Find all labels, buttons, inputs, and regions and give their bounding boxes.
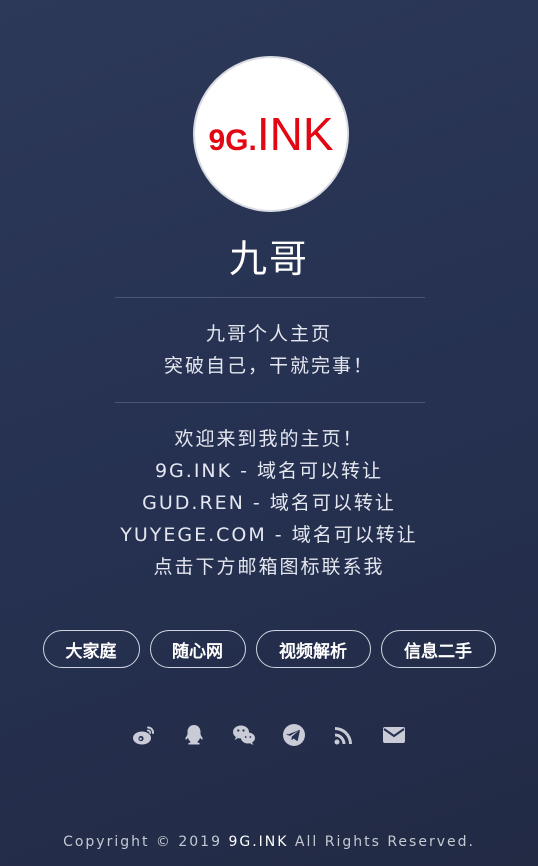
bio-line-2: 突破自己，干就完事！ bbox=[163, 355, 374, 377]
telegram-icon[interactable] bbox=[280, 721, 308, 749]
link-button-family[interactable]: 大家庭 bbox=[42, 630, 140, 668]
footer-prefix: Copyright © 2019 bbox=[63, 834, 222, 850]
logo-text-small: 9G. bbox=[208, 124, 257, 157]
logo-text: 9G.INK bbox=[208, 107, 333, 161]
social-icons bbox=[0, 721, 538, 749]
intro-line-1: 欢迎来到我的主页！ bbox=[174, 428, 364, 450]
rss-icon[interactable] bbox=[330, 721, 358, 749]
intro-line-3: GUD.REN - 域名可以转让 bbox=[142, 492, 396, 514]
link-button-secondhand[interactable]: 信息二手 bbox=[380, 630, 496, 668]
bio-block: 九哥个人主页 突破自己，干就完事！ bbox=[0, 318, 538, 382]
intro-block: 欢迎来到我的主页！ 9G.INK - 域名可以转让 GUD.REN - 域名可以… bbox=[0, 423, 538, 583]
qq-icon[interactable] bbox=[180, 721, 208, 749]
divider-bottom bbox=[115, 402, 425, 403]
link-buttons: 大家庭 随心网 视频解析 信息二手 bbox=[0, 630, 538, 668]
link-button-suixin[interactable]: 随心网 bbox=[149, 630, 246, 668]
avatar-logo: 9G.INK bbox=[193, 56, 349, 212]
intro-line-2: 9G.INK - 域名可以转让 bbox=[154, 460, 384, 482]
bio-line-1: 九哥个人主页 bbox=[205, 323, 332, 345]
footer-suffix: All Rights Reserved. bbox=[294, 834, 475, 850]
footer-brand[interactable]: 9G.INK bbox=[228, 834, 288, 850]
footer-copyright: Copyright © 2019 9G.INK All Rights Reser… bbox=[0, 834, 538, 850]
intro-line-4: YUYEGE.COM - 域名可以转让 bbox=[120, 524, 418, 546]
email-icon[interactable] bbox=[380, 721, 408, 749]
logo-text-big: INK bbox=[256, 108, 334, 160]
divider-top bbox=[115, 297, 425, 298]
wechat-icon[interactable] bbox=[230, 721, 258, 749]
intro-line-5: 点击下方邮箱图标联系我 bbox=[153, 556, 385, 578]
weibo-icon[interactable] bbox=[130, 721, 158, 749]
profile-name: 九哥 bbox=[228, 237, 309, 281]
link-button-video-parse[interactable]: 视频解析 bbox=[255, 630, 371, 668]
